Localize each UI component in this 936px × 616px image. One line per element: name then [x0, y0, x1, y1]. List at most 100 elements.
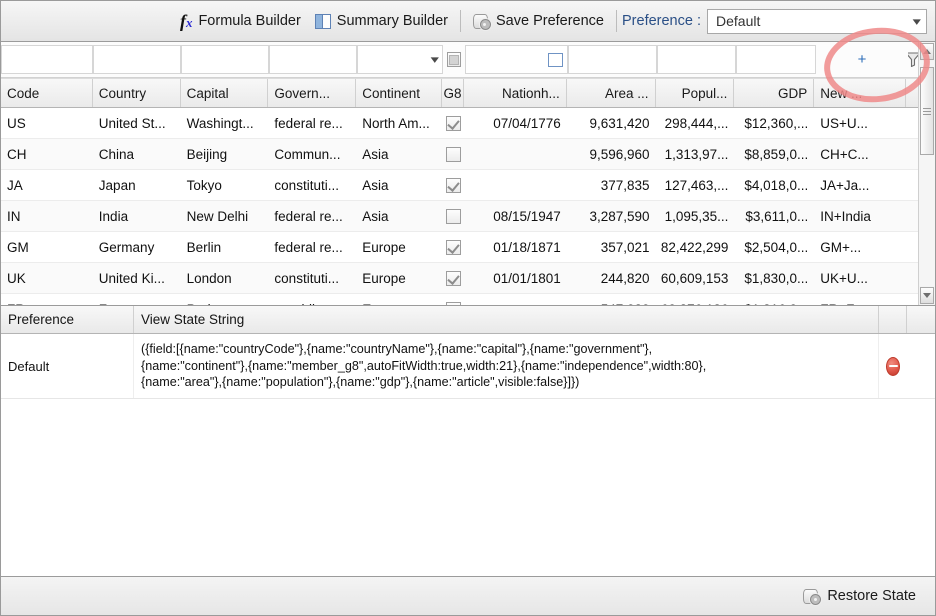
- column-header-delete[interactable]: [879, 306, 907, 333]
- cell-country[interactable]: United St...: [93, 108, 181, 138]
- cell-population[interactable]: 60,609,153: [656, 263, 735, 293]
- cell-code[interactable]: JA: [1, 170, 93, 200]
- cell-nationhood[interactable]: [464, 294, 567, 305]
- filter-cell-govern[interactable]: [269, 45, 357, 74]
- cell-nationhood[interactable]: [464, 139, 567, 169]
- checkbox-checked-icon[interactable]: [446, 271, 461, 286]
- cell-new[interactable]: UK+U...: [814, 263, 906, 293]
- checkbox-checked-icon[interactable]: [446, 302, 461, 306]
- cell-continent[interactable]: Europe: [356, 294, 442, 305]
- filter-tristate-checkbox[interactable]: [447, 52, 461, 67]
- filter-cell-capital[interactable]: [181, 45, 269, 74]
- column-header-preference[interactable]: Preference: [1, 306, 134, 333]
- cell-new[interactable]: US+U...: [814, 108, 906, 138]
- cell-government[interactable]: constituti...: [268, 170, 356, 200]
- filter-cell-nationh[interactable]: [465, 45, 568, 74]
- cell-g8-checkbox[interactable]: [442, 139, 464, 169]
- cell-area[interactable]: 9,631,420: [567, 108, 656, 138]
- cell-capital[interactable]: Beijing: [181, 139, 269, 169]
- filter-cell-gdp[interactable]: [736, 45, 816, 74]
- column-header-area[interactable]: Area ...: [567, 79, 656, 107]
- filter-cell-area[interactable]: [568, 45, 657, 74]
- scroll-thumb[interactable]: [920, 67, 934, 155]
- checkbox-checked-icon[interactable]: [446, 240, 461, 255]
- restore-state-button[interactable]: Restore State: [796, 585, 923, 607]
- checkbox-unchecked-icon[interactable]: [446, 209, 461, 224]
- cell-population[interactable]: 82,422,299: [656, 232, 735, 262]
- cell-continent[interactable]: North Am...: [356, 108, 442, 138]
- cell-continent[interactable]: Asia: [356, 170, 442, 200]
- table-row[interactable]: JAJapanTokyoconstituti...Asia377,835127,…: [1, 170, 918, 201]
- column-header-gdp[interactable]: GDP: [734, 79, 814, 107]
- cell-new[interactable]: JA+Ja...: [814, 170, 906, 200]
- table-row[interactable]: GMGermanyBerlinfederal re...Europe01/18/…: [1, 232, 918, 263]
- cell-population[interactable]: 127,463,...: [656, 170, 735, 200]
- filter-cell-popul[interactable]: [657, 45, 736, 74]
- cell-government[interactable]: republic: [268, 294, 356, 305]
- cell-country[interactable]: Germany: [93, 232, 181, 262]
- filter-toggle-button[interactable]: [908, 45, 918, 74]
- cell-gdp[interactable]: $8,859,0...: [734, 139, 814, 169]
- cell-population[interactable]: 1,313,97...: [656, 139, 735, 169]
- cell-area[interactable]: 3,287,590: [567, 201, 656, 231]
- cell-capital[interactable]: Washingt...: [181, 108, 269, 138]
- column-header-new[interactable]: New ...: [814, 79, 906, 107]
- formula-builder-button[interactable]: fx Formula Builder: [173, 9, 308, 33]
- cell-population[interactable]: 1,095,35...: [656, 201, 735, 231]
- cell-nationhood[interactable]: 07/04/1776: [464, 108, 567, 138]
- cell-code[interactable]: FR: [1, 294, 93, 305]
- table-row[interactable]: CHChinaBeijingCommun...Asia9,596,9601,31…: [1, 139, 918, 170]
- cell-continent[interactable]: Asia: [356, 139, 442, 169]
- table-row[interactable]: UKUnited Ki...Londonconstituti...Europe 0…: [1, 263, 918, 294]
- column-header-country[interactable]: Country: [93, 79, 181, 107]
- cell-gdp[interactable]: $2,504,0...: [734, 232, 814, 262]
- cell-g8-checkbox[interactable]: [442, 294, 464, 305]
- cell-code[interactable]: US: [1, 108, 93, 138]
- cell-code[interactable]: IN: [1, 201, 93, 231]
- filter-cell-g8[interactable]: [443, 45, 465, 74]
- cell-government[interactable]: constituti...: [268, 263, 356, 293]
- cell-g8-checkbox[interactable]: [442, 263, 464, 293]
- cell-government[interactable]: federal re...: [268, 201, 356, 231]
- cell-nationhood[interactable]: 01/01/1801: [464, 263, 567, 293]
- scroll-up-button[interactable]: [920, 43, 934, 60]
- calendar-icon[interactable]: [548, 53, 563, 67]
- filter-cell-code[interactable]: [1, 45, 93, 74]
- cell-capital[interactable]: Paris: [181, 294, 269, 305]
- cell-population[interactable]: 298,444,...: [656, 108, 735, 138]
- cell-code[interactable]: UK: [1, 263, 93, 293]
- save-preference-button[interactable]: Save Preference: [466, 10, 611, 32]
- cell-g8-checkbox[interactable]: [442, 108, 464, 138]
- cell-continent[interactable]: Europe: [356, 263, 442, 293]
- grid-vertical-scrollbar[interactable]: [918, 42, 935, 305]
- cell-g8-checkbox[interactable]: [442, 201, 464, 231]
- cell-area[interactable]: 377,835: [567, 170, 656, 200]
- cell-country[interactable]: France: [93, 294, 181, 305]
- scroll-down-button[interactable]: [920, 287, 934, 304]
- cell-gdp[interactable]: $1,816,0...: [734, 294, 814, 305]
- checkbox-checked-icon[interactable]: [446, 178, 461, 193]
- column-header-continent[interactable]: Continent: [356, 79, 442, 107]
- column-header-govern[interactable]: Govern...: [268, 79, 356, 107]
- filter-cell-continent[interactable]: ▾: [357, 45, 443, 74]
- cell-new[interactable]: FR+F...: [814, 294, 906, 305]
- cell-country[interactable]: United Ki...: [93, 263, 181, 293]
- cell-area[interactable]: 547,030: [567, 294, 656, 305]
- column-header-nationh[interactable]: Nationh...: [464, 79, 567, 107]
- cell-area[interactable]: 244,820: [567, 263, 656, 293]
- cell-nationhood[interactable]: 08/15/1947: [464, 201, 567, 231]
- cell-government[interactable]: federal re...: [268, 108, 356, 138]
- column-header-capital[interactable]: Capital: [181, 79, 269, 107]
- cell-capital[interactable]: Berlin: [181, 232, 269, 262]
- cell-capital[interactable]: London: [181, 263, 269, 293]
- cell-new[interactable]: CH+C...: [814, 139, 906, 169]
- cell-area[interactable]: 9,596,960: [567, 139, 656, 169]
- column-header-code[interactable]: Code: [1, 79, 93, 107]
- cell-new[interactable]: GM+...: [814, 232, 906, 262]
- checkbox-unchecked-icon[interactable]: [446, 147, 461, 162]
- table-row[interactable]: USUnited St...Washingt...federal re...No…: [1, 108, 918, 139]
- cell-new[interactable]: IN+India: [814, 201, 906, 231]
- cell-population[interactable]: 60,876,136: [656, 294, 735, 305]
- cell-gdp[interactable]: $1,830,0...: [734, 263, 814, 293]
- cell-g8-checkbox[interactable]: [442, 232, 464, 262]
